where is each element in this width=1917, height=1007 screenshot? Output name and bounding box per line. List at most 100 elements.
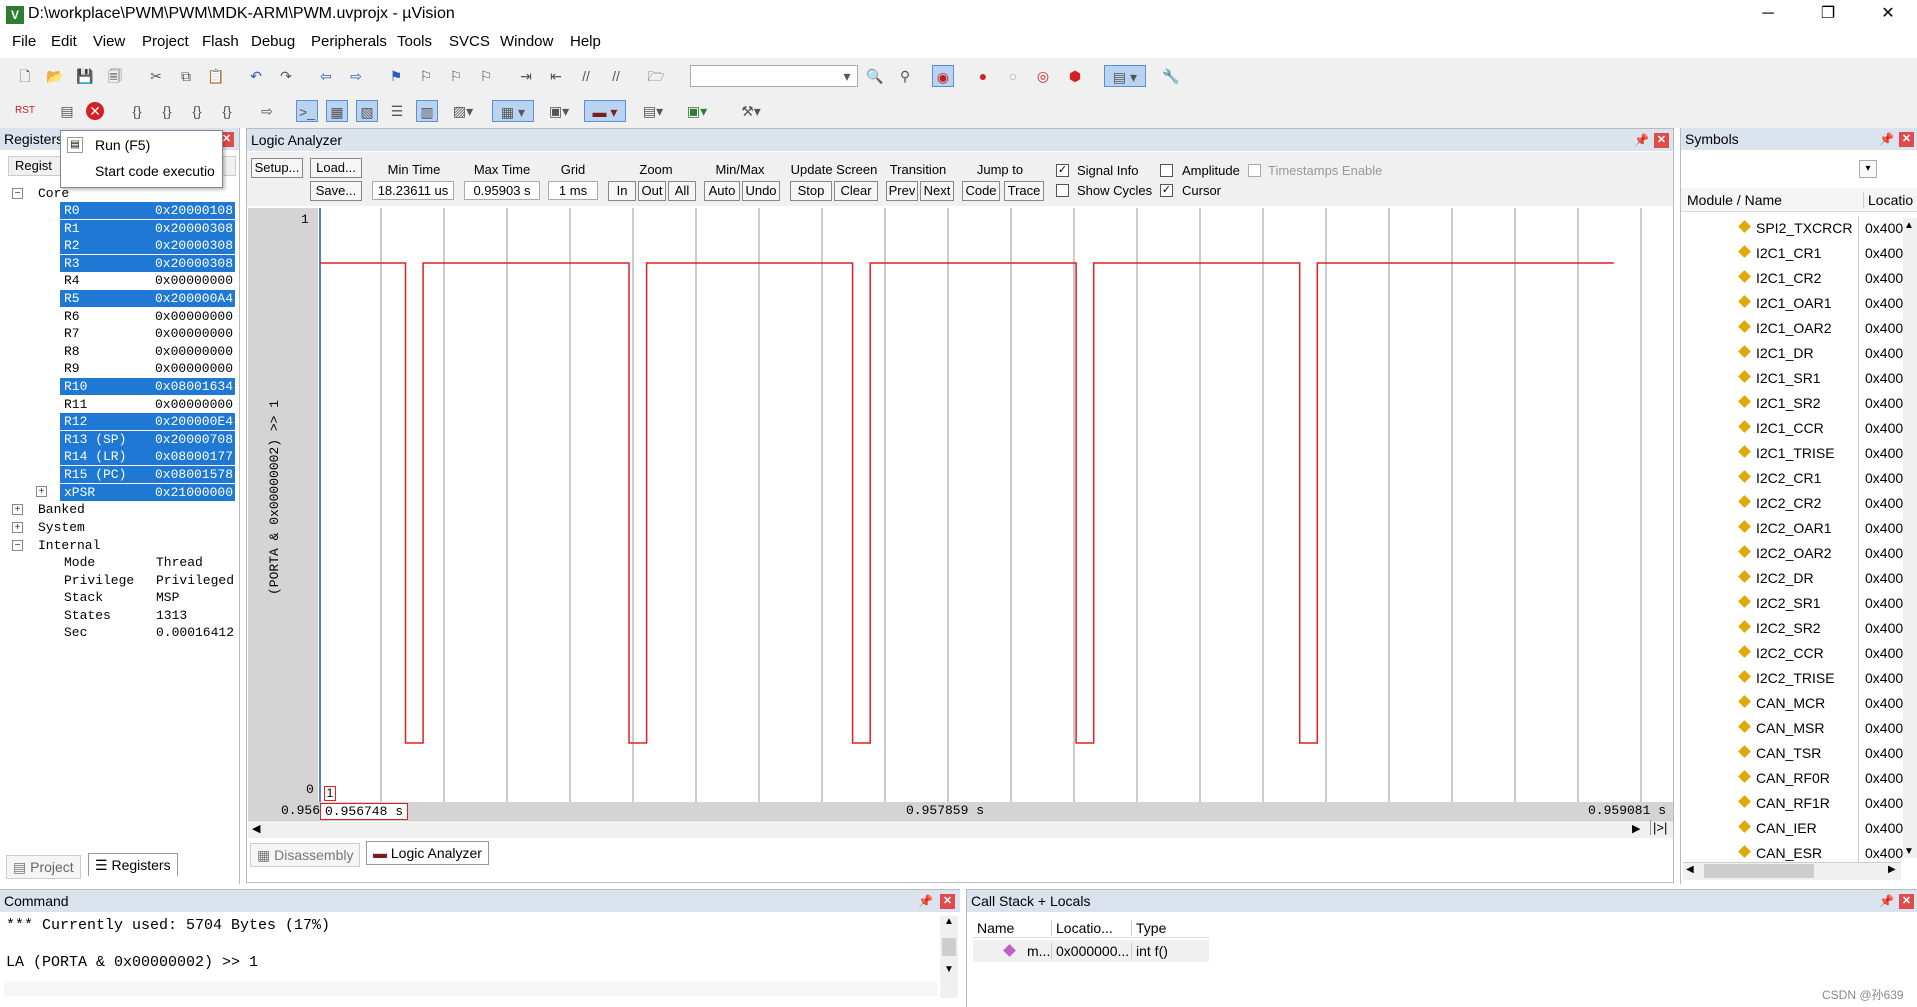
symbol-row[interactable]: I2C1_TRISE 0x400 <box>1690 441 1917 466</box>
symbol-row[interactable]: I2C1_CCR 0x400 <box>1690 416 1917 441</box>
symbol-row[interactable]: I2C2_OAR2 0x400 <box>1690 541 1917 566</box>
scroll-left-icon[interactable]: ◀ <box>252 822 260 835</box>
la-zoom-all-button[interactable]: All <box>668 181 696 201</box>
menu-edit[interactable]: Edit <box>51 33 77 50</box>
symbols-scroll-up-icon[interactable]: ▲ <box>1904 220 1914 231</box>
watch-window-icon[interactable]: ▨▾ <box>446 100 480 122</box>
menu-debug[interactable]: Debug <box>251 33 295 50</box>
symbol-row[interactable]: CAN_MSR 0x400 <box>1690 716 1917 741</box>
signal-info-checkbox[interactable]: ✓ <box>1056 164 1069 177</box>
tree-system[interactable]: System <box>38 519 85 536</box>
callstack-close-icon[interactable]: ✕ <box>1899 894 1914 909</box>
cut-icon[interactable]: ✂ <box>145 65 167 87</box>
trace-window-icon[interactable]: ▤▾ <box>636 100 670 122</box>
scroll-end-button[interactable]: |>| <box>1650 820 1667 835</box>
incremental-find-icon[interactable]: ⚲ <box>894 65 916 87</box>
register-value[interactable]: 0x20000308 <box>155 220 233 237</box>
command-close-icon[interactable]: ✕ <box>940 894 955 909</box>
show-next-statement-icon[interactable]: ⇨ <box>256 100 278 122</box>
symbol-row[interactable]: I2C1_OAR2 0x400 <box>1690 316 1917 341</box>
combo-dropdown-icon[interactable]: ▾ <box>836 65 858 87</box>
symbols-close-icon[interactable]: ✕ <box>1899 132 1914 147</box>
register-row[interactable]: R3 0x20000308 <box>60 254 235 272</box>
uncomment-icon[interactable]: // <box>605 65 627 87</box>
timestamps-checkbox[interactable] <box>1248 164 1261 177</box>
symbol-row[interactable]: CAN_MCR 0x400 <box>1690 691 1917 716</box>
close-window-button[interactable]: ✕ <box>1865 0 1911 30</box>
symbol-row[interactable]: I2C2_DR 0x400 <box>1690 566 1917 591</box>
register-row[interactable]: R5 0x200000A4 <box>60 290 235 307</box>
symbol-row[interactable]: I2C1_CR2 0x400 <box>1690 266 1917 291</box>
disassembly-window-icon[interactable]: ▦ <box>326 100 348 122</box>
internal-collapse-icon[interactable]: − <box>12 540 23 551</box>
symbol-row[interactable]: CAN_RF1R 0x400 <box>1690 791 1917 816</box>
register-row[interactable]: R13 (SP) 0x20000708 <box>60 430 235 448</box>
insert-breakpoint-icon[interactable]: ● <box>972 65 994 87</box>
tab-project[interactable]: ▤ Project <box>6 855 81 879</box>
call-stack-window-icon[interactable]: ▥ <box>416 100 438 122</box>
tab-logic-analyzer[interactable]: ▬ Logic Analyzer <box>366 841 489 865</box>
menu-help[interactable]: Help <box>570 33 601 50</box>
symbol-row[interactable]: CAN_IER 0x400 <box>1690 816 1917 841</box>
symbols-scroll-thumb[interactable] <box>1704 864 1814 878</box>
command-pin-icon[interactable]: 📌 <box>918 894 933 908</box>
comment-icon[interactable]: // <box>575 65 597 87</box>
analysis-window-icon[interactable]: ▬ ▾ <box>584 100 626 122</box>
menu-flash[interactable]: Flash <box>202 33 239 50</box>
la-horizontal-scrollbar[interactable] <box>248 820 1673 838</box>
tab-registers[interactable]: ☰ Registers <box>88 853 178 877</box>
register-value[interactable]: 0x20000708 <box>155 431 233 448</box>
register-value[interactable]: 0x00000000 <box>155 396 233 413</box>
la-setup-button[interactable]: Setup... <box>251 158 303 178</box>
symbol-row[interactable]: I2C1_SR2 0x400 <box>1690 391 1917 416</box>
symbol-row[interactable]: CAN_TSR 0x400 <box>1690 741 1917 766</box>
symbol-row[interactable]: SPI2_TXCRCR 0x400 <box>1690 216 1917 241</box>
la-zoom-in-button[interactable]: In <box>608 181 636 201</box>
la-stop-button[interactable]: Stop <box>790 181 832 201</box>
toolbox-icon[interactable]: ⚒▾ <box>732 100 770 122</box>
symbols-filter-input[interactable] <box>1685 158 1873 180</box>
symbol-row[interactable]: I2C1_CR1 0x400 <box>1690 241 1917 266</box>
la-save-button[interactable]: Save... <box>310 181 362 201</box>
register-row[interactable]: R8 0x00000000 <box>60 343 235 360</box>
debug-session-icon[interactable]: ◉ <box>932 65 954 87</box>
banked-expand-icon[interactable]: + <box>12 504 23 515</box>
command-window-icon[interactable]: >_ <box>296 100 318 122</box>
tree-core[interactable]: Core <box>38 185 69 202</box>
stop-icon[interactable]: ✕ <box>86 102 104 120</box>
cursor-checkbox[interactable]: ✓ <box>1160 184 1173 197</box>
system-viewer-icon[interactable]: ▣▾ <box>680 100 714 122</box>
step-over-icon[interactable]: {} <box>156 100 178 122</box>
register-row[interactable]: R1 0x20000308 <box>60 219 235 237</box>
menu-view[interactable]: View <box>93 33 125 50</box>
register-value[interactable]: 0x20000308 <box>155 237 233 254</box>
register-value[interactable]: 0x00000000 <box>155 308 233 325</box>
register-value[interactable]: 0x08001578 <box>155 466 233 483</box>
la-undo-button[interactable]: Undo <box>742 181 780 201</box>
symbol-row[interactable]: CAN_RF0R 0x400 <box>1690 766 1917 791</box>
bookmark-icon[interactable]: ⚑ <box>385 65 407 87</box>
kill-breakpoints-icon[interactable]: ⬢ <box>1064 65 1086 87</box>
prev-bookmark-icon[interactable]: ⚐ <box>415 65 437 87</box>
register-value[interactable]: 0x20000308 <box>155 255 233 272</box>
register-row[interactable]: xPSR 0x21000000 <box>60 483 235 501</box>
tree-internal[interactable]: Internal <box>38 537 100 554</box>
navigate-back-icon[interactable]: ⇦ <box>315 65 337 87</box>
symbols-filter-dropdown-icon[interactable]: ▾ <box>1859 160 1877 178</box>
symbol-row[interactable]: I2C2_CCR 0x400 <box>1690 641 1917 666</box>
register-value[interactable]: 0x00000000 <box>155 325 233 342</box>
copy-icon[interactable]: ⧉ <box>175 65 197 87</box>
symbol-row[interactable]: I2C2_CR1 0x400 <box>1690 466 1917 491</box>
configure-icon[interactable]: 🔧 <box>1160 65 1182 87</box>
redo-icon[interactable]: ↷ <box>275 65 297 87</box>
register-value[interactable]: 0x00000000 <box>155 272 233 289</box>
la-next-button[interactable]: Next <box>920 181 954 201</box>
step-out-icon[interactable]: {} <box>186 100 208 122</box>
menu-peripherals[interactable]: Peripherals <box>311 33 387 50</box>
tree-banked[interactable]: Banked <box>38 501 85 518</box>
register-value[interactable]: 0x21000000 <box>155 484 233 501</box>
symbol-row[interactable]: I2C2_TRISE 0x400 <box>1690 666 1917 691</box>
tab-disassembly[interactable]: ▦ Disassembly <box>250 843 361 867</box>
command-scroll-thumb[interactable] <box>942 938 956 956</box>
symbols-vertical-scrollbar[interactable] <box>1903 218 1917 858</box>
